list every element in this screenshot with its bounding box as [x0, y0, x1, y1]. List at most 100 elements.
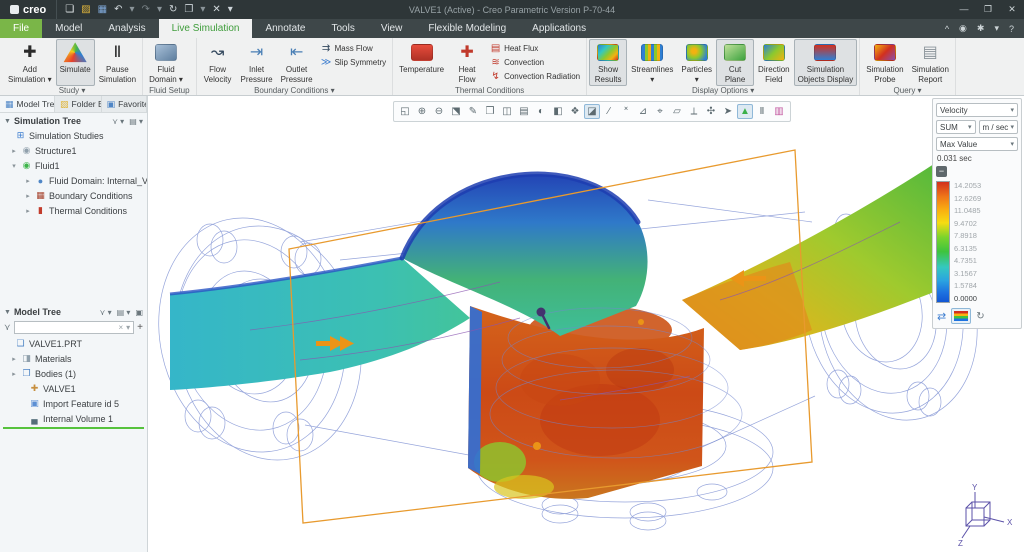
close-button[interactable]: ✕ — [1000, 0, 1024, 19]
locate-minmax-icon[interactable]: ⇄ — [937, 310, 946, 323]
add-column-button[interactable]: + — [137, 322, 143, 333]
mass-flow-button[interactable]: ⇉ Mass Flow — [319, 42, 389, 55]
tree-item[interactable]: ▸ ▦ Boundary Conditions — [0, 188, 147, 203]
show-results-button[interactable]: Show Results — [589, 39, 627, 86]
heat-flux-button[interactable]: ▤ Heat Flux — [488, 42, 582, 55]
simulate-button[interactable]: Simulate — [56, 39, 95, 86]
ribbon-tab[interactable]: Live Simulation — [159, 19, 253, 38]
slip-symmetry-button[interactable]: ≫ Slip Symmetry — [319, 56, 389, 69]
search-caret-icon[interactable]: ▾ — [126, 323, 130, 332]
undo-caret-icon[interactable]: ▾ — [130, 0, 135, 19]
navigator-tab[interactable]: ▣ Favorite — [102, 96, 147, 112]
heat-flow-button[interactable]: ✚ Heat Flow — [448, 39, 486, 86]
repaint-icon[interactable]: ✎ — [465, 104, 481, 119]
window-caret-icon[interactable]: ▾ — [200, 0, 205, 19]
search-input[interactable]: × ▾ — [14, 321, 135, 334]
tree-item[interactable]: ▾ ◉ Fluid1 — [0, 158, 147, 173]
open-file-icon[interactable]: ▨ — [81, 0, 90, 19]
window-icon[interactable]: ❐ — [184, 0, 193, 19]
user-presence-icon[interactable]: ◉ — [959, 23, 967, 34]
zoom-out-icon[interactable]: ⊖ — [431, 104, 447, 119]
view-manager-icon[interactable]: ◫ — [499, 104, 515, 119]
particles-button[interactable]: Particles ▾ — [677, 39, 716, 86]
tree-filter-icon[interactable]: ⋎ ▾ — [100, 308, 112, 317]
tree-filter-icon[interactable]: ⋎ ▾ — [112, 117, 124, 126]
tree-item[interactable]: ▸ ◨ Materials — [0, 351, 147, 366]
ribbon-tab[interactable]: Annotate — [252, 19, 318, 38]
quantity-select[interactable]: Velocity ▾ — [936, 103, 1018, 117]
settings-gear-icon[interactable]: ✱ — [977, 23, 985, 34]
simulate-icon[interactable]: ▲ — [737, 104, 753, 119]
simulation-probe-button[interactable]: Simulation Probe — [862, 39, 907, 86]
expand-arrow-icon[interactable]: ▸ — [10, 355, 18, 363]
convection-radiation-button[interactable]: ↯ Convection Radiation — [488, 70, 582, 83]
direction-field-button[interactable]: Direction Field — [754, 39, 794, 86]
minimize-button[interactable]: — — [952, 0, 976, 19]
outlet-pressure-button[interactable]: ⇤ Outlet Pressure — [277, 39, 317, 86]
expand-arrow-icon[interactable]: ▸ — [10, 370, 18, 378]
ribbon-tab[interactable]: Flexible Modeling — [415, 19, 519, 38]
ribbon-tab[interactable]: File — [0, 19, 42, 38]
navigator-tab[interactable]: ▨ Folder B — [55, 96, 102, 112]
tree-item[interactable]: ▄ Internal Volume 1 — [0, 411, 147, 426]
dragger-icon[interactable]: ➤ — [720, 104, 736, 119]
close-window-icon[interactable]: ✕ — [212, 0, 220, 19]
appearances-icon[interactable]: ❖ — [567, 104, 583, 119]
add-simulation-button[interactable]: ✚ Add Simulation ▾ — [4, 39, 56, 86]
collapse-legend-button[interactable]: − — [936, 166, 947, 177]
sketch-display-icon[interactable]: ∕ — [601, 104, 617, 119]
convection-button[interactable]: ≋ Convection — [488, 56, 582, 69]
csys-display-icon[interactable]: ⌖ — [652, 104, 668, 119]
cut-plane-button[interactable]: Cut Plane — [716, 39, 754, 86]
refresh-icon[interactable]: ↻ — [976, 311, 984, 322]
spin-center-icon[interactable]: ✣ — [703, 104, 719, 119]
expand-arrow-icon[interactable]: ▾ — [10, 162, 18, 170]
undo-icon[interactable]: ↶ — [114, 0, 122, 19]
annotation-display-icon[interactable]: ◪ — [584, 104, 600, 119]
zoom-in-icon[interactable]: ⊕ — [414, 104, 430, 119]
tree-item[interactable]: ▸ ▮ Thermal Conditions — [0, 203, 147, 218]
tree-item[interactable]: ▸ ● Fluid Domain: Internal_Volume_1 — [0, 173, 147, 188]
expand-arrow-icon[interactable]: ▸ — [24, 192, 32, 200]
ribbon-tab[interactable]: Applications — [519, 19, 599, 38]
navigator-tab[interactable]: ▦ Model Tree — [0, 96, 55, 112]
restore-button[interactable]: ❐ — [976, 0, 1000, 19]
tree-item[interactable]: ▣ Import Feature id 5 — [0, 396, 147, 411]
expand-arrow-icon[interactable]: ▸ — [24, 177, 32, 185]
display-style-icon[interactable]: ◐ — [533, 104, 549, 119]
annotation-plane-icon[interactable]: ⟂ — [686, 104, 702, 119]
viewport-3d[interactable]: Y X Z — [148, 96, 1024, 552]
streamlines-button[interactable]: Streamlines ▾ — [627, 39, 677, 86]
datum-plane-display-icon[interactable]: ▱ — [669, 104, 685, 119]
datum-axis-display-icon[interactable]: ⊿ — [635, 104, 651, 119]
pause-icon[interactable]: Ⅱ — [754, 104, 770, 119]
capture-icon[interactable]: ▤ — [516, 104, 532, 119]
regenerate-icon[interactable]: ↻ — [169, 0, 177, 19]
pause-simulation-button[interactable]: Ⅱ Pause Simulation — [95, 39, 140, 86]
tree-columns-icon[interactable]: ▣ — [135, 308, 143, 317]
clear-search-icon[interactable]: × — [118, 323, 123, 332]
collapse-arrow-icon[interactable]: ▼ — [4, 118, 11, 125]
more-caret-icon[interactable]: ▾ — [994, 23, 999, 34]
filter-funnel-icon[interactable]: ⋎ — [4, 322, 11, 333]
help-icon[interactable]: ? — [1009, 24, 1014, 34]
tree-item[interactable]: ❑ VALVE1.PRT — [0, 336, 147, 351]
save-icon[interactable]: ▦ — [98, 0, 107, 19]
probe-icon[interactable]: ▥ — [771, 104, 787, 119]
fluid-domain-button[interactable]: Fluid Domain ▾ — [145, 39, 187, 86]
flow-velocity-button[interactable]: ↝ Flow Velocity — [199, 39, 237, 86]
named-views-icon[interactable]: ❒ — [482, 104, 498, 119]
tree-item[interactable]: ✚ VALVE1 — [0, 381, 147, 396]
expand-arrow-icon[interactable]: ▸ — [10, 147, 18, 155]
expand-arrow-icon[interactable]: ▸ — [24, 207, 32, 215]
datum-point-display-icon[interactable]: ˟ — [618, 104, 634, 119]
legend-toggle-button[interactable] — [951, 308, 971, 324]
ribbon-tab[interactable]: View — [368, 19, 416, 38]
simulation-report-button[interactable]: ▤ Simulation Report — [908, 39, 953, 86]
ribbon-tab[interactable]: Model — [42, 19, 95, 38]
minimize-ribbon-icon[interactable]: ^ — [945, 24, 949, 34]
section-icon[interactable]: ◧ — [550, 104, 566, 119]
simulation-objects-display-button[interactable]: Simulation Objects Display — [794, 39, 858, 86]
tree-item[interactable]: ⊞ Simulation Studies — [0, 128, 147, 143]
stat-select[interactable]: SUM ▾ — [936, 120, 976, 134]
